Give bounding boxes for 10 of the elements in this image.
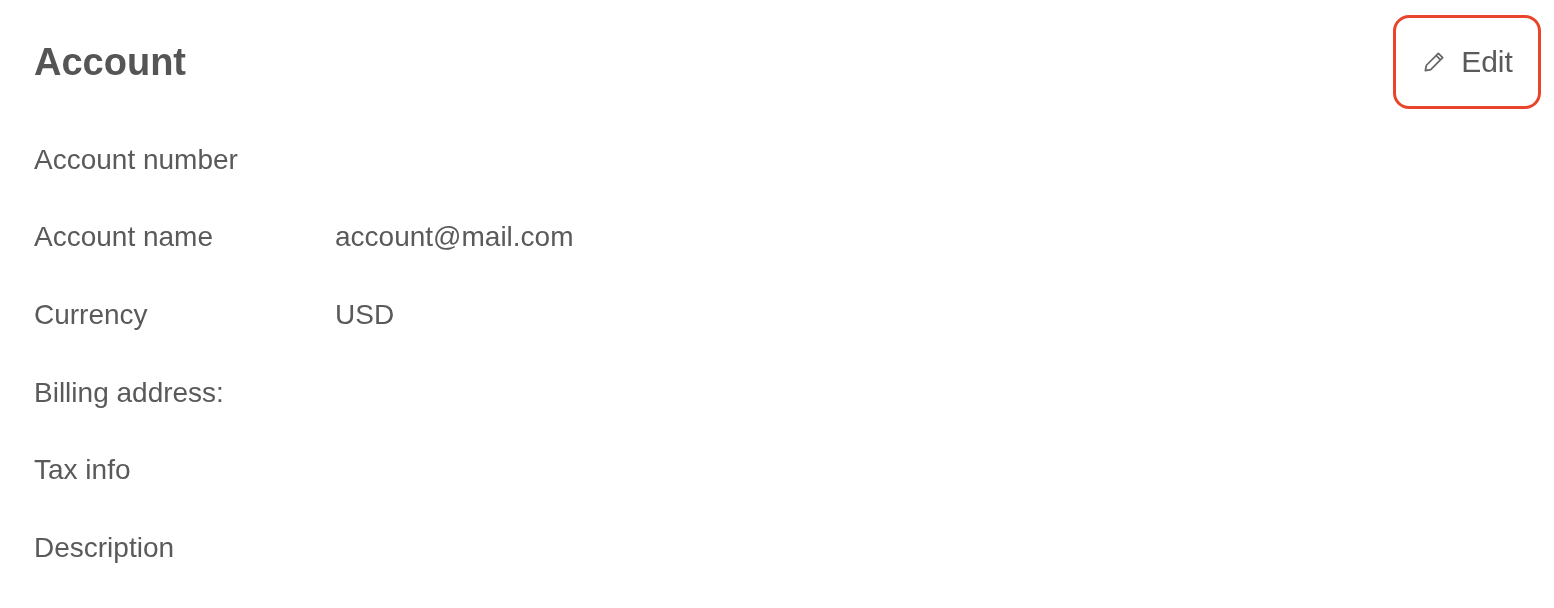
- field-label: Description: [34, 531, 176, 564]
- field-label: Currency: [34, 299, 149, 331]
- field-value: account@mail.com: [335, 221, 574, 254]
- edit-button[interactable]: Edit: [1393, 15, 1541, 109]
- field-value: USD: [335, 299, 395, 331]
- field-label: Billing address:: [34, 376, 225, 409]
- field-label: Tax info: [34, 454, 132, 487]
- section-title: Account: [34, 40, 186, 84]
- field-label: Account name: [34, 221, 214, 254]
- field-label: Account number: [34, 143, 239, 176]
